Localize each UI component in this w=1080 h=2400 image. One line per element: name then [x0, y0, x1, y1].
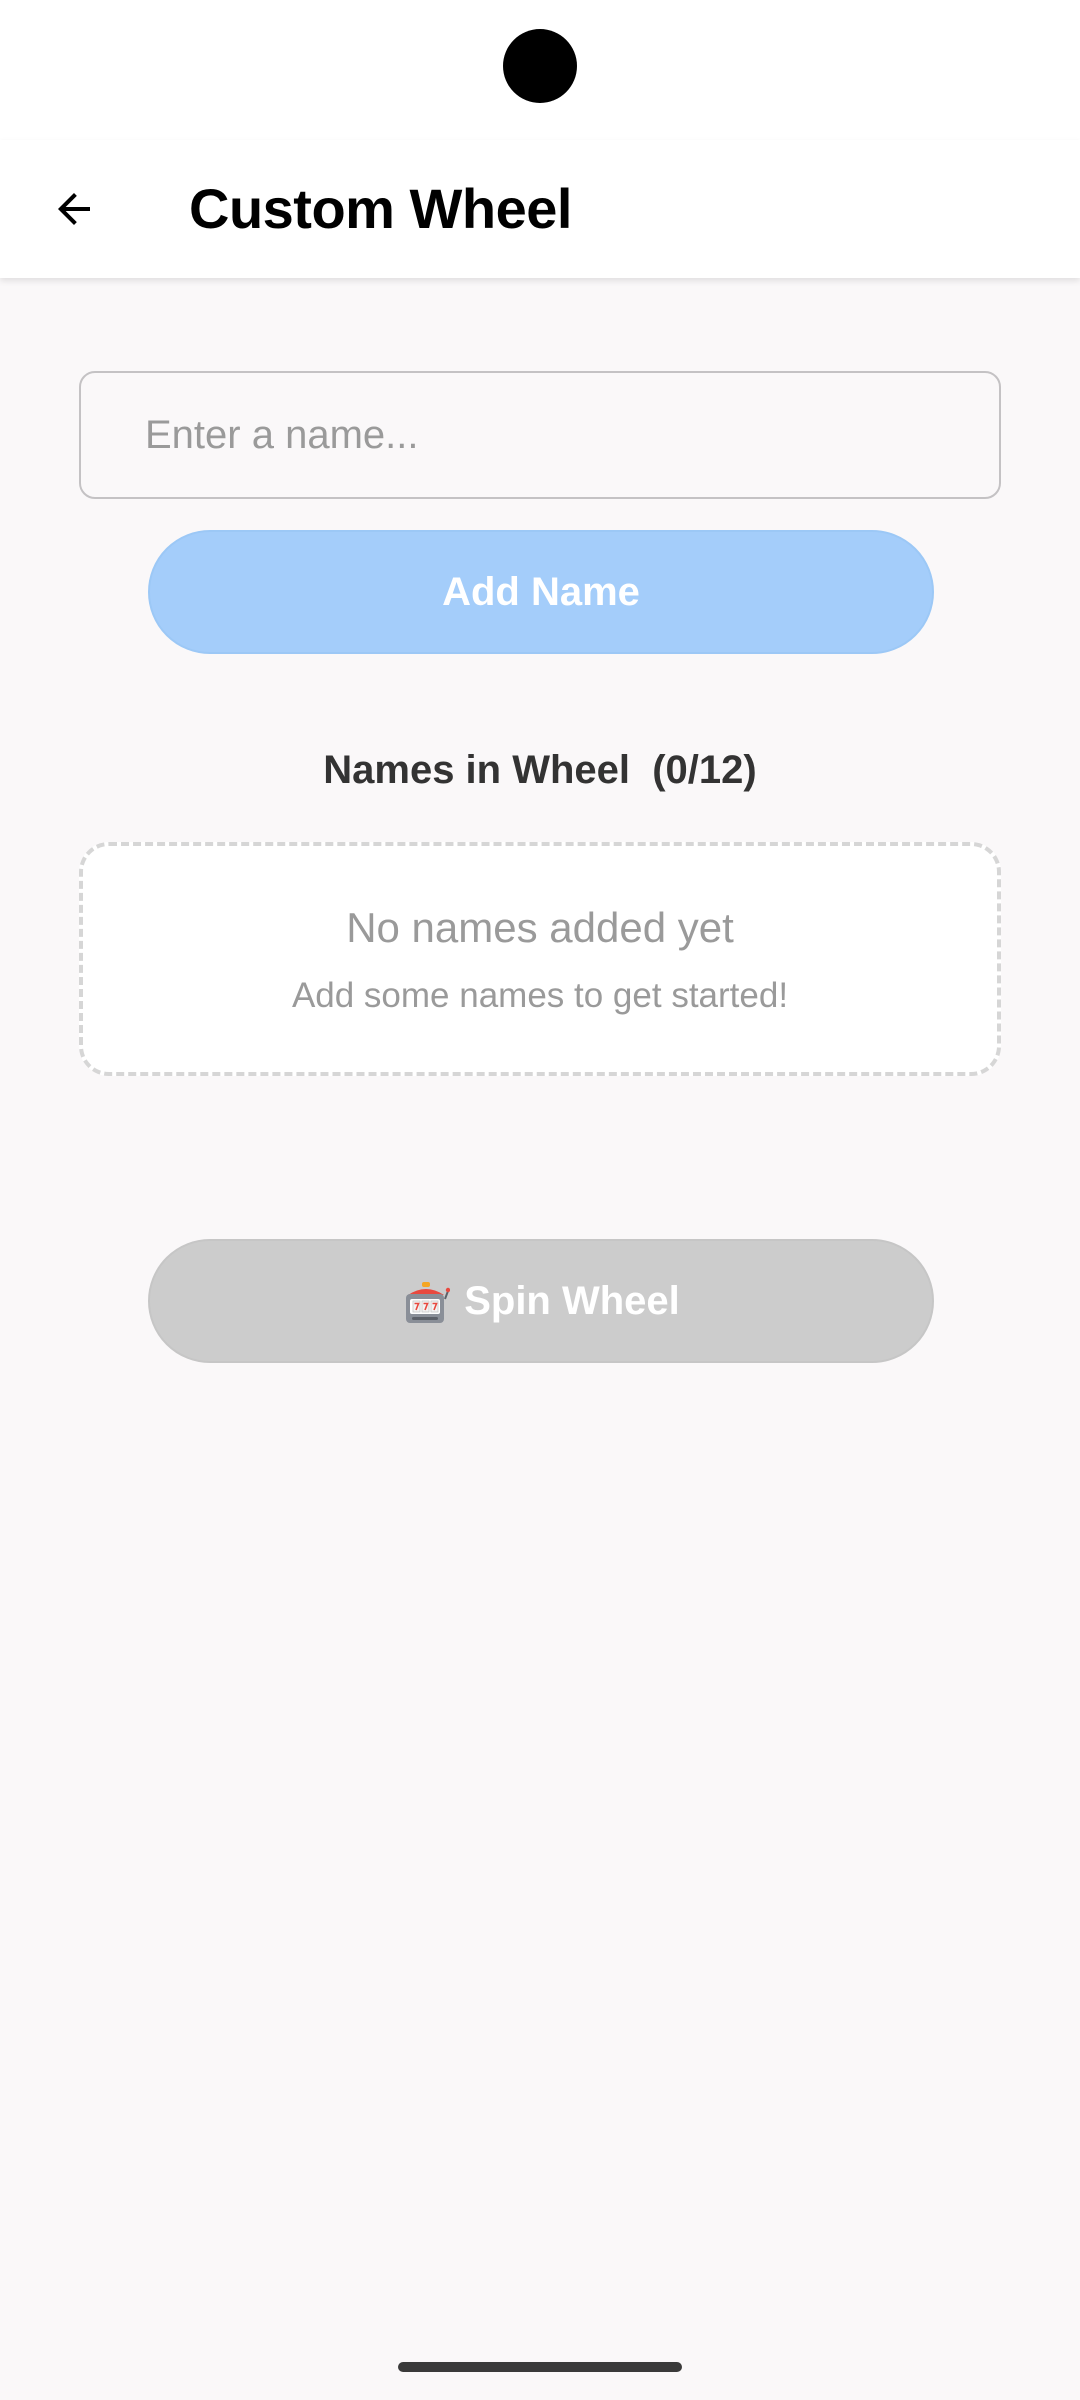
back-button[interactable] — [32, 167, 116, 251]
name-input[interactable] — [79, 371, 1001, 499]
page-title: Custom Wheel — [189, 177, 572, 240]
spin-wheel-button[interactable]: Spin Wheel — [148, 1239, 934, 1363]
phone-screen: Custom Wheel Add Name Names in Wheel (0/… — [0, 0, 1080, 2400]
slot-machine-icon — [406, 1282, 451, 1323]
front-camera — [503, 29, 577, 103]
main-content: Add Name Names in Wheel (0/12) No names … — [0, 278, 1080, 2400]
home-indicator[interactable] — [398, 2362, 682, 2372]
status-bar — [0, 0, 1080, 140]
add-name-button[interactable]: Add Name — [148, 530, 934, 654]
names-count-heading: Names in Wheel (0/12) — [323, 748, 757, 792]
arrow-left-icon — [58, 193, 90, 225]
empty-state-title: No names added yet — [346, 904, 734, 951]
names-list-empty-state: No names added yet Add some names to get… — [79, 842, 1001, 1076]
empty-state-subtitle: Add some names to get started! — [291, 976, 789, 1015]
spin-wheel-label: Spin Wheel — [464, 1278, 680, 1323]
app-bar: Custom Wheel — [0, 140, 1080, 278]
